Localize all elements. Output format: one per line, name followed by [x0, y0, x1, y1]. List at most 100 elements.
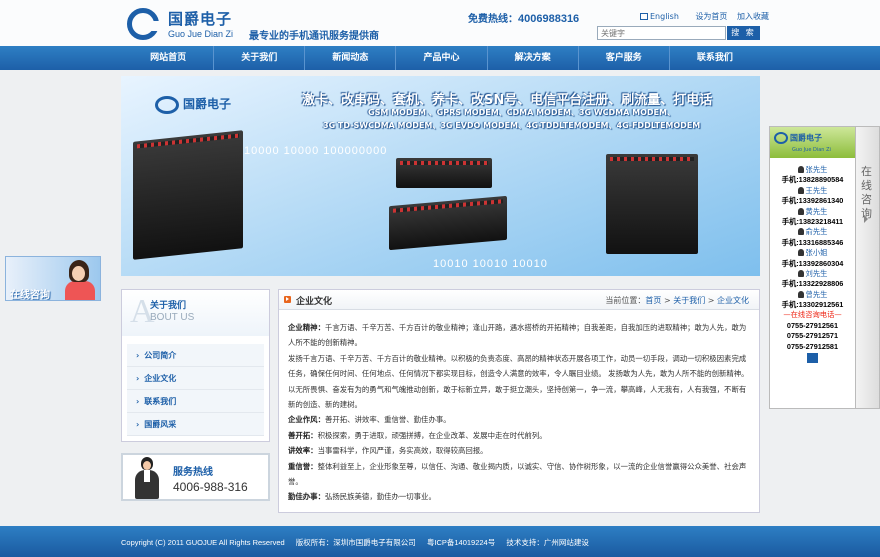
nav-about[interactable]: 关于我们	[214, 46, 306, 70]
paragraph: 重信誉：整体利益至上，企业形象至尊，以信任、沟通、敬业揭内质，以诚实、守信、协作…	[288, 459, 750, 490]
service-number: 4006-988-316	[173, 480, 248, 494]
breadcrumb-label: 当前位置：	[605, 296, 646, 305]
footer-owner: 版权所有：深圳市国爵电子有限公司	[295, 538, 416, 547]
contact-list: 张先生 手机:13828890584 王先生 手机:13392861340 黄先…	[770, 165, 855, 364]
main-content: 企业文化 当前位置：首页 > 关于我们 > 企业文化 企业精神：千言万语、千辛万…	[278, 289, 760, 513]
contact-qq-link[interactable]: 王先生	[770, 186, 855, 196]
contact-qq-link[interactable]: 张小姐	[770, 248, 855, 258]
online-service-panel: 国爵电子 Guo Jue Dian Zi 在线咨询 张先生 手机:1382889…	[769, 126, 880, 409]
paragraph: 勤佳办事：弘扬民族美德，勤佳办一切事业。	[288, 489, 750, 504]
english-link[interactable]: English	[640, 12, 686, 21]
banner[interactable]: 国爵电子 激卡、改串码、套机、养卡、改SN号、电信平台注册、刷流量、打电话 GS…	[121, 76, 760, 276]
qq-icon	[797, 228, 804, 236]
add-favorite-link[interactable]: 加入收藏	[737, 12, 769, 21]
contact-name: 张小姐	[805, 248, 828, 258]
contact-name: 俞先生	[805, 227, 828, 237]
chat-icon[interactable]	[807, 353, 818, 364]
paragraph-text: 发扬千言万语、千辛万苦、千方百计的敬业精神。以积极的负责态度、高昂的精神状态开展…	[288, 353, 749, 410]
search-button[interactable]: 搜 索	[727, 26, 760, 40]
service-hotline-box: 服务热线 4006-988-316	[121, 453, 270, 501]
nav-products[interactable]: 产品中心	[396, 46, 488, 70]
top-links: English 设为首页 加入收藏	[640, 11, 776, 22]
online-consult-float[interactable]: 在线咨询	[5, 256, 101, 301]
nav-home[interactable]: 网站首页	[123, 46, 215, 70]
nav-news[interactable]: 新闻动态	[305, 46, 397, 70]
arrow-right-icon	[864, 215, 868, 223]
banner-logo-text: 国爵电子	[183, 97, 232, 111]
qq-icon	[797, 186, 804, 194]
online-consult-label: 在线咨询	[10, 290, 50, 301]
tel-number: 0755-27912571	[786, 331, 839, 341]
qq-icon	[797, 290, 804, 298]
contact-name: 黄先生	[805, 206, 828, 216]
paragraph-label: 善开拓：	[288, 430, 318, 440]
breadcrumb: 当前位置：首页 > 关于我们 > 企业文化	[605, 295, 749, 306]
contact-qq-link[interactable]: 张先生	[770, 165, 855, 175]
banner-logo-icon	[155, 95, 179, 114]
article-body: 企业精神：千言万语、千辛万苦、千方百计的敬业精神；逢山开路，遇水搭桥的开拓精神；…	[288, 320, 750, 505]
tel-number: 0755-27912581	[786, 341, 839, 351]
footer-icp-link[interactable]: 粤ICP备14019224号	[427, 538, 495, 547]
banner-numbers-top: 10000 10000 100000000	[244, 145, 388, 157]
breadcrumb-current[interactable]: 企业文化	[717, 296, 749, 305]
modem-tower-image	[606, 154, 698, 254]
tel-label: —在线咨询电话—	[783, 310, 842, 320]
modem-pool-image	[133, 130, 243, 260]
sidebar-item-culture[interactable]: 企业文化	[127, 367, 264, 390]
play-arrow-icon	[284, 296, 291, 303]
contact-name: 曾先生	[805, 289, 828, 299]
breadcrumb-separator: >	[661, 296, 674, 305]
english-link-label: English	[650, 12, 679, 21]
nav-service[interactable]: 客户服务	[579, 46, 670, 70]
contact-qq-link[interactable]: 黄先生	[770, 207, 855, 217]
search-input[interactable]	[597, 26, 726, 40]
sidebar-item-showcase[interactable]: 国爵风采	[127, 413, 264, 436]
contact-phone: 手机:13322928806	[781, 279, 844, 289]
sidebar-item-company-intro[interactable]: 公司简介	[127, 344, 264, 367]
paragraph: 讲效率：当事雷科学，作风严谨，务实高效，取得较高回报。	[288, 443, 750, 458]
modem-box-image	[396, 158, 492, 188]
about-sidebar: A 关于我们 BOUT US 公司简介 企业文化 联系我们 国爵风采	[121, 289, 270, 442]
panel-logo-pinyin: Guo Jue Dian Zi	[792, 147, 831, 153]
breadcrumb-about[interactable]: 关于我们	[673, 296, 705, 305]
panel-logo-icon	[774, 132, 788, 144]
contact-phone: 手机:13828890584	[781, 175, 844, 185]
contact-phone: 手机:13392860304	[781, 258, 844, 268]
contact-phone: 手机:13316885346	[781, 237, 844, 247]
nav-solutions[interactable]: 解决方案	[488, 46, 579, 70]
nav-contact[interactable]: 联系我们	[670, 46, 760, 70]
set-homepage-link[interactable]: 设为首页	[695, 12, 727, 21]
qq-icon	[797, 249, 804, 257]
panel-toggle-tab[interactable]: 在线咨询	[855, 127, 879, 408]
panel-logo-text: 国爵电子	[790, 133, 822, 143]
banner-subline-2: 3G TD-SWCDMA MODEM、3G EVDO MODEM、4G-TDDL…	[323, 121, 701, 130]
service-agent-icon	[131, 457, 163, 499]
page-title: 企业文化	[296, 297, 333, 307]
footer-support-link[interactable]: 技术支持：广州网站建设	[506, 538, 589, 547]
sidebar-item-contact[interactable]: 联系我们	[127, 390, 264, 413]
contact-qq-link[interactable]: 曾先生	[770, 290, 855, 300]
paragraph-label: 勤佳办事：	[288, 492, 325, 502]
footer-copyright: Copyright (C) 2011 GUOJUE All Rights Res…	[121, 538, 285, 547]
contact-name: 张先生	[805, 165, 828, 174]
contact-qq-link[interactable]: 俞先生	[770, 227, 855, 237]
panel-logo: 国爵电子 Guo Jue Dian Zi	[770, 127, 855, 158]
hotline-number: 4006988316	[518, 13, 580, 25]
paragraph: 企业作风：善开拓、讲效率、重信誉、勤佳办事。	[288, 412, 750, 427]
hotline: 免费热线：4006988316	[468, 10, 579, 25]
about-subtitle: BOUT US	[150, 312, 195, 323]
paragraph: 企业精神：千言万语、千辛万苦、千方百计的敬业精神；逢山开路，遇水搭桥的开拓精神；…	[288, 320, 750, 351]
support-agent-icon	[63, 260, 100, 300]
banner-headline: 激卡、改串码、套机、养卡、改SN号、电信平台注册、刷流量、打电话	[302, 93, 713, 108]
logo[interactable]: 国爵电子 Guo Jue Dian Zi	[124, 6, 244, 42]
paragraph: 善开拓：积极探索，勇于进取，顽强拼搏，在企业改革、发展中走在时代前列。	[288, 428, 750, 443]
paragraph-text: 积极探索，勇于进取，顽强拼搏，在企业改革、发展中走在时代前列。	[317, 430, 547, 440]
qq-icon	[797, 166, 804, 173]
breadcrumb-home[interactable]: 首页	[645, 296, 661, 305]
contact-name: 王先生	[805, 185, 828, 195]
paragraph-text: 整体利益至上，企业形象至尊，以信任、沟通、敬业揭内质，以诚实、守信、协作树形象，…	[288, 461, 747, 487]
contact-qq-link[interactable]: 刘先生	[770, 269, 855, 279]
slogan: 最专业的手机通讯服务提供商	[249, 31, 379, 42]
about-menu: 公司简介 企业文化 联系我们 国爵风采	[127, 344, 264, 436]
banner-logo: 国爵电子	[155, 95, 231, 114]
